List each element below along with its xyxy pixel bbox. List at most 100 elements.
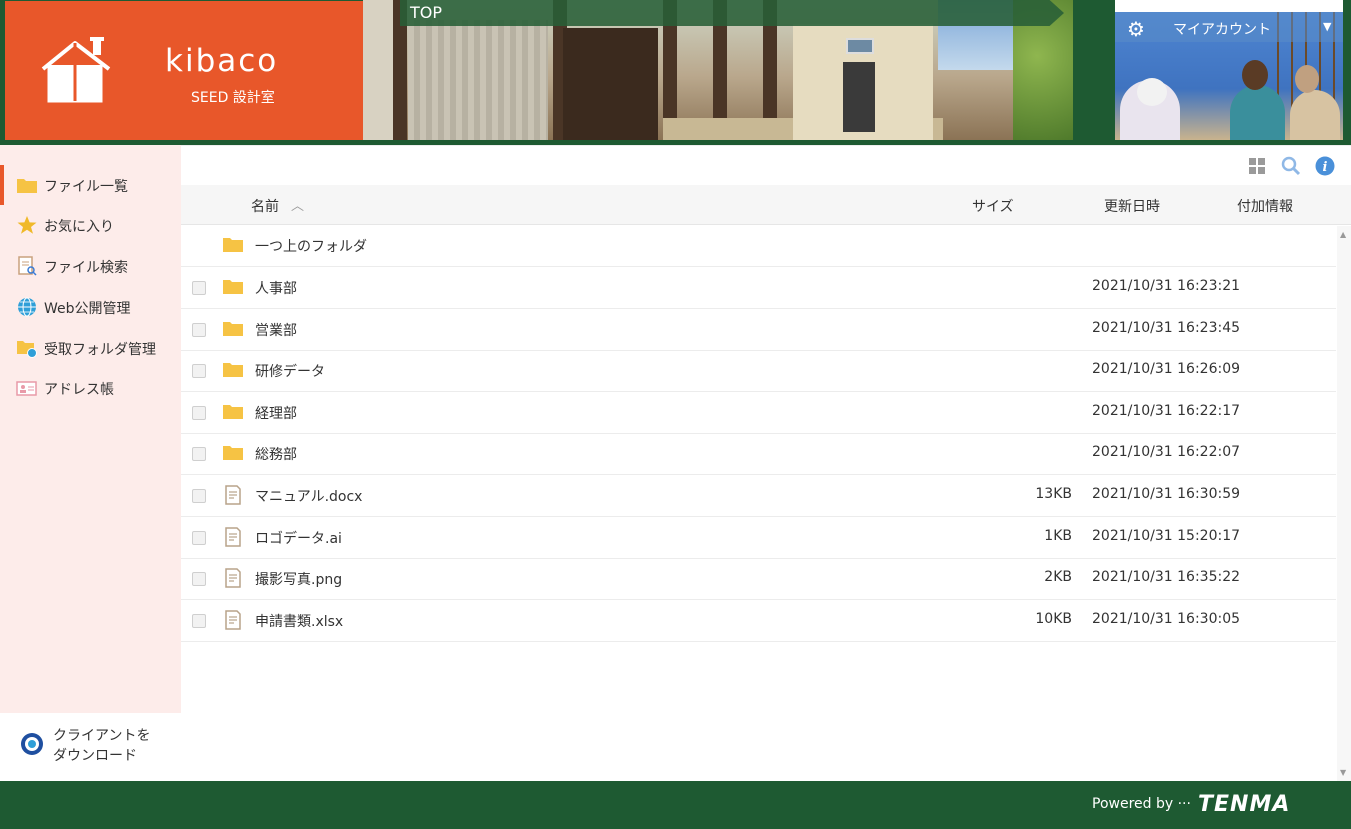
my-account-label: マイアカウント (1173, 22, 1271, 38)
file-row[interactable]: 申請書類.xlsx 10KB 2021/10/31 16:30:05 (181, 600, 1336, 642)
brand-subtitle: SEED 設計室 (191, 90, 275, 106)
breadcrumb[interactable]: TOP (400, 0, 1040, 26)
house-logo-icon (41, 37, 111, 103)
scroll-down-icon[interactable]: ▼ (1340, 768, 1346, 777)
folder-row[interactable]: 経理部 2021/10/31 16:22:17 (181, 392, 1336, 434)
folder-row[interactable]: 研修データ 2021/10/31 16:26:09 (181, 350, 1336, 393)
document-icon (225, 526, 241, 547)
folder-icon (223, 280, 243, 294)
row-checkbox[interactable] (192, 364, 206, 379)
folder-row[interactable]: 総務部 2021/10/31 16:22:07 (181, 433, 1336, 476)
globe-icon (18, 297, 36, 317)
client-download-icon (21, 733, 43, 755)
file-size: 10KB (1035, 610, 1072, 627)
brand-name: kibaco (165, 43, 279, 79)
file-name: 経理部 (255, 405, 297, 422)
file-row[interactable]: マニュアル.docx 13KB 2021/10/31 16:30:59 (181, 475, 1336, 517)
sort-ascending-icon[interactable]: ︿ (291, 195, 304, 214)
sidebar-item-file-search[interactable]: ファイル検索 (0, 246, 181, 286)
document-icon (225, 568, 241, 588)
info-icon[interactable]: i (1315, 156, 1335, 176)
chevron-down-icon: ▼ (1323, 20, 1332, 33)
grid-view-icon[interactable] (1247, 156, 1267, 176)
folder-row[interactable]: 営業部 2021/10/31 16:23:45 (181, 309, 1336, 351)
brand-logo[interactable]: kibaco SEED 設計室 (5, 1, 363, 140)
file-name: 研修データ (255, 364, 325, 381)
row-checkbox[interactable] (192, 613, 206, 628)
column-header: 名前 ︿ サイズ 更新日時 付加情報 (181, 185, 1351, 225)
parent-folder-row[interactable]: 一つ上のフォルダ (181, 225, 1336, 267)
file-updated-date: 2021/10/31 16:23:45 (1092, 319, 1241, 336)
gear-icon: ⚙ (1127, 17, 1145, 41)
file-name: 一つ上のフォルダ (255, 239, 367, 255)
folder-icon (223, 404, 243, 419)
download-client-button[interactable]: クライアントを ダウンロード (0, 713, 181, 781)
row-checkbox[interactable] (192, 322, 206, 337)
file-row[interactable]: ロゴデータ.ai 1KB 2021/10/31 15:20:17 (181, 517, 1336, 559)
row-checkbox[interactable] (192, 447, 206, 462)
svg-text:i: i (1323, 160, 1328, 175)
file-updated-date: 2021/10/31 16:30:05 (1092, 610, 1241, 627)
powered-by-text: Powered by ··· (1092, 796, 1191, 812)
download-client-label: クライアントを ダウンロード (53, 728, 151, 764)
sidebar-item-label: Web公開管理 (44, 301, 131, 317)
header: kibaco SEED 設計室 TOP ⚙ マイアカウント ▼ (0, 0, 1351, 145)
column-size[interactable]: サイズ (972, 196, 1014, 216)
row-checkbox[interactable] (192, 489, 206, 503)
file-size: 1KB (1044, 527, 1072, 544)
sidebar-item-label: ファイル一覧 (44, 179, 128, 195)
sidebar-item-receive-folder[interactable]: 受取フォルダ管理 (0, 328, 181, 368)
address-card-icon (16, 381, 37, 396)
row-checkbox[interactable] (192, 405, 206, 420)
file-updated-date: 2021/10/31 16:30:59 (1092, 486, 1241, 502)
folder-icon (17, 179, 37, 193)
row-checkbox[interactable] (192, 572, 206, 587)
column-extra-info[interactable]: 付加情報 (1237, 196, 1293, 216)
toolbar: i (181, 145, 1351, 185)
file-row[interactable]: 撮影写真.png 2KB 2021/10/31 16:35:22 (181, 558, 1336, 601)
file-list-panel: i 名前 ︿ サイズ 更新日時 付加情報 一つ上のフォルダ 人事部 2021/10… (181, 145, 1351, 781)
folder-icon (223, 363, 243, 378)
file-name: 人事部 (255, 281, 297, 297)
sidebar-item-label: ファイル検索 (44, 260, 128, 276)
search-icon[interactable] (1281, 156, 1301, 176)
my-account-menu[interactable]: ⚙ マイアカウント ▼ (1115, 0, 1343, 140)
file-updated-date: 2021/10/31 16:35:22 (1092, 569, 1241, 586)
file-name: 撮影写真.png (255, 572, 343, 589)
folder-globe-icon (17, 341, 37, 358)
file-name: マニュアル.docx (255, 489, 363, 505)
document-icon (225, 610, 241, 630)
column-updated[interactable]: 更新日時 (1104, 196, 1160, 216)
file-size: 2KB (1044, 569, 1072, 586)
sidebar-item-file-list[interactable]: ファイル一覧 (0, 165, 181, 205)
folder-icon (223, 321, 243, 336)
folder-icon (223, 238, 243, 252)
file-updated-date: 2021/10/31 16:26:09 (1092, 361, 1241, 378)
sidebar-item-web-publish[interactable]: Web公開管理 (0, 287, 181, 327)
vertical-scrollbar[interactable]: ▲ ▼ (1337, 226, 1351, 781)
scroll-up-icon[interactable]: ▲ (1340, 230, 1346, 239)
footer: Powered by ··· TENMA (0, 781, 1351, 829)
row-checkbox[interactable] (192, 530, 206, 545)
folder-row[interactable]: 人事部 2021/10/31 16:23:21 (181, 267, 1336, 309)
file-search-icon (18, 256, 37, 276)
sidebar-item-label: アドレス帳 (44, 382, 114, 398)
sidebar: ファイル一覧 お気に入り ファイル検索 Web公開管理 受取フォルダ管理 アドレ… (0, 145, 181, 781)
breadcrumb-top[interactable]: TOP (410, 3, 442, 22)
file-name: 営業部 (255, 322, 297, 339)
column-name[interactable]: 名前 (251, 196, 279, 216)
sidebar-item-favorites[interactable]: お気に入り (0, 205, 181, 245)
tenma-logo: TENMA (1198, 792, 1291, 817)
file-updated-date: 2021/10/31 15:20:17 (1092, 527, 1241, 544)
folder-icon (223, 446, 243, 461)
sidebar-item-label: お気に入り (44, 219, 114, 235)
sidebar-item-address-book[interactable]: アドレス帳 (0, 368, 181, 408)
file-name: 総務部 (255, 447, 297, 464)
sidebar-item-label: 受取フォルダ管理 (44, 342, 156, 358)
file-updated-date: 2021/10/31 16:22:17 (1092, 402, 1241, 419)
file-name: 申請書類.xlsx (255, 613, 344, 630)
file-size: 13KB (1035, 486, 1072, 502)
file-updated-date: 2021/10/31 16:23:21 (1092, 278, 1241, 294)
row-checkbox[interactable] (192, 281, 206, 295)
file-updated-date: 2021/10/31 16:22:07 (1092, 444, 1241, 461)
